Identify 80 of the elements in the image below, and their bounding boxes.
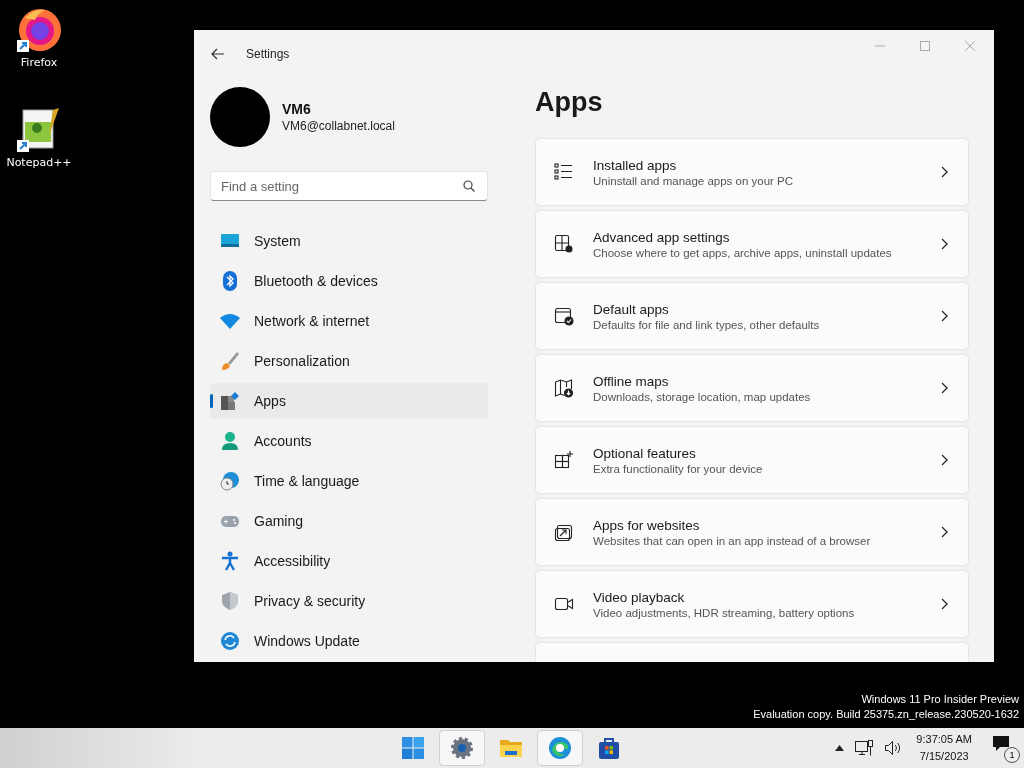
card-title: Offline maps (593, 373, 670, 389)
card-description: Extra functionality for your device (593, 462, 764, 475)
list-icon (554, 162, 574, 182)
nav-item[interactable]: Accounts (210, 423, 488, 459)
browser-icon (548, 736, 572, 760)
user-name: VM6 (282, 101, 312, 117)
apps-icon (220, 391, 240, 411)
settings-card[interactable]: Video playback Video adjustments, HDR streaming, battery options (535, 570, 969, 638)
card-title: Advanced app settings (593, 229, 731, 245)
nav-item[interactable]: Gaming (210, 503, 488, 539)
watermark-text: Windows 11 Pro Insider Preview (861, 692, 1019, 707)
notification-badge: 1 (1004, 747, 1020, 763)
card-title: Installed apps (593, 157, 678, 173)
firefox-icon[interactable] (15, 6, 63, 54)
settings-card[interactable]: Offline maps Downloads, storage location, map updates (535, 354, 969, 422)
search-icon[interactable] (463, 180, 475, 192)
chevron-right-icon (941, 310, 948, 322)
taskbar-button[interactable] (537, 730, 583, 766)
gear-icon (450, 736, 474, 760)
window-title: Settings (246, 47, 290, 61)
network-icon[interactable] (854, 739, 875, 757)
notification-icon[interactable] (992, 735, 1010, 753)
avatar[interactable] (210, 87, 270, 147)
chevron-right-icon (941, 598, 948, 610)
app-gear-icon (554, 234, 574, 254)
settings-card[interactable]: Default apps Defaults for file and link types, other defaults (535, 282, 969, 350)
card-description: Video adjustments, HDR streaming, battery options (593, 606, 856, 619)
chevron-right-icon (941, 382, 948, 394)
desktop-icon-label[interactable]: Firefox (20, 56, 58, 69)
settings-card[interactable]: Optional features Extra functionality for your device (535, 426, 969, 494)
settings-card[interactable]: Advanced app settings Choose where to get apps, archive apps, uninstall updates (535, 210, 969, 278)
settings-card[interactable]: Installed apps Uninstall and manage apps on your PC (535, 138, 969, 206)
card-description: Downloads, storage location, map updates (593, 390, 812, 403)
map-download-icon (554, 378, 574, 398)
caret-up-icon[interactable] (835, 745, 845, 751)
chevron-right-icon (941, 166, 948, 178)
desktop-icon-label[interactable]: Notepad++ (6, 156, 72, 169)
grid-plus-icon (554, 450, 574, 470)
card-title: Default apps (593, 301, 670, 317)
speaker-icon[interactable] (884, 740, 903, 756)
card-description: Defaults for file and link types, other defaults (593, 318, 821, 331)
chevron-right-icon (941, 454, 948, 466)
user-email: VM6@collabnet.local (282, 119, 395, 133)
search-field[interactable]: Find a setting (210, 171, 488, 201)
card-description: Choose where to get apps, archive apps, uninstall updates (593, 246, 893, 259)
shield-icon (220, 591, 240, 611)
back-arrow-icon[interactable] (211, 48, 225, 60)
chevron-right-icon (941, 238, 948, 250)
person-icon (220, 431, 240, 451)
nav-item[interactable]: Personalization (210, 343, 488, 379)
start-icon (401, 736, 425, 760)
nav-item[interactable]: Accessibility (210, 543, 488, 579)
nav-item[interactable]: Time & language (210, 463, 488, 499)
card-description: Websites that can open in an app instead of a browser (593, 534, 872, 547)
update-icon (220, 631, 240, 651)
card-title: Video playback (593, 589, 686, 605)
accessibility-icon (220, 551, 240, 571)
watermark-text: Evaluation copy. Build 25375.zn_release.230520-1632 (753, 707, 1019, 722)
paintbrush-icon (220, 351, 240, 371)
app-check-icon (554, 306, 574, 326)
globe-clock-icon (220, 471, 240, 491)
card-title: Apps for websites (593, 517, 701, 533)
bluetooth-icon (220, 271, 240, 291)
window-link-icon (554, 522, 574, 542)
store-icon (597, 736, 621, 760)
nav-item[interactable]: Privacy & security (210, 583, 488, 619)
wifi-icon (220, 311, 240, 331)
nav-item[interactable]: Apps (210, 383, 488, 419)
taskbar-button[interactable] (439, 730, 485, 766)
nav-item[interactable]: Windows Update (210, 623, 488, 659)
chevron-right-icon (941, 526, 948, 538)
clock-time[interactable]: 9:37:05 AM (916, 731, 972, 748)
page-heading: Apps (535, 87, 604, 118)
card-description: Uninstall and manage apps on your PC (593, 174, 795, 187)
nav-item[interactable]: Network & internet (210, 303, 488, 339)
clock-date[interactable]: 7/15/2023 (919, 748, 969, 765)
settings-card[interactable]: Apps for websites Websites that can open in an app instead of a browser (535, 498, 969, 566)
card-title: Optional features (593, 445, 697, 461)
nav-item[interactable]: Bluetooth & devices (210, 263, 488, 299)
nav-item[interactable]: System (210, 223, 488, 259)
